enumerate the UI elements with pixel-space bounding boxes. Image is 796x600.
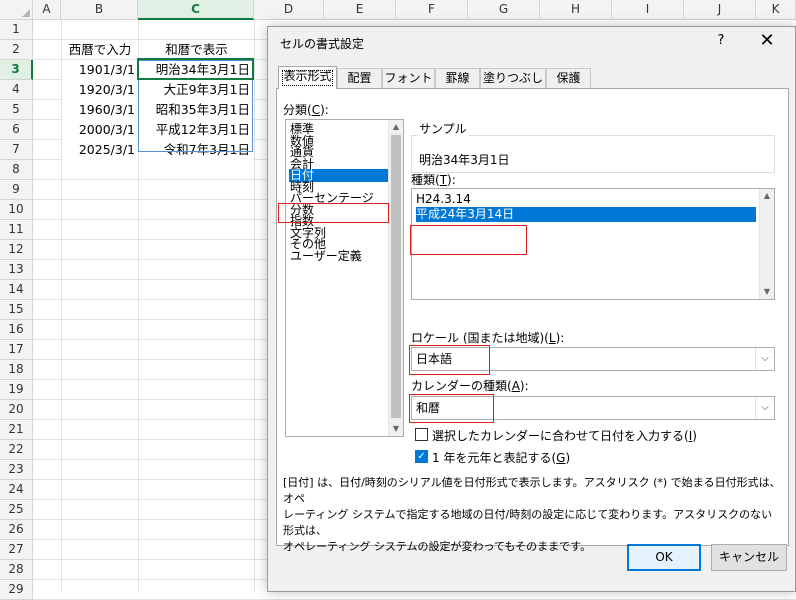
ok-button[interactable]: OK [627, 544, 701, 571]
cancel-button[interactable]: キャンセル [711, 544, 787, 571]
number-format-panel: 分類(C): 標準 数値 通貨 会計 日付 時刻 パーセンテージ 分数 指数 文字列 その他 ユーザー… [276, 88, 789, 553]
row-header-24[interactable]: 24 [0, 480, 33, 500]
col-header-h[interactable]: H [540, 0, 612, 20]
cell-b4[interactable]: 1920/3/1 [62, 80, 138, 100]
col-header-g[interactable]: G [468, 0, 540, 20]
category-item[interactable]: ユーザー定義 [289, 249, 390, 263]
row-header-7[interactable]: 7 [0, 140, 33, 160]
scroll-down-icon[interactable]: ▼ [389, 422, 403, 436]
cell-b2[interactable]: 西暦で入力 [62, 40, 138, 60]
dialog-titlebar[interactable]: セルの書式設定 ? ✕ [268, 27, 795, 57]
type-label: 種類(T): [411, 173, 456, 187]
row-header-22[interactable]: 22 [0, 440, 33, 460]
scroll-thumb[interactable] [391, 135, 401, 418]
format-description: [日付] は、日付/時刻のシリアル値を日付形式で表示します。アスタリスク (*)… [283, 476, 781, 553]
select-all-corner[interactable] [0, 0, 33, 20]
row-header-14[interactable]: 14 [0, 280, 33, 300]
sample-label: サンプル [417, 120, 469, 137]
tab-fill[interactable]: 塗りつぶし [480, 68, 546, 88]
type-item[interactable]: H24.3.14 [416, 192, 756, 207]
cell-b7[interactable]: 2025/3/1 [62, 140, 138, 160]
checkmark-icon: ✓ [417, 451, 426, 462]
row-header-2[interactable]: 2 [0, 40, 33, 60]
scroll-up-icon[interactable]: ▲ [389, 120, 403, 134]
calendar-label: カレンダーの種類(A): [411, 379, 529, 393]
gannen-label[interactable]: 1 年を元年と表記する(G) [432, 449, 570, 466]
row-header-18[interactable]: 18 [0, 360, 33, 380]
row-header-23[interactable]: 23 [0, 460, 33, 480]
tab-protection[interactable]: 保護 [546, 68, 591, 88]
col-header-b[interactable]: B [61, 0, 138, 20]
cell-b3[interactable]: 1901/3/1 [62, 60, 138, 80]
row-header-20[interactable]: 20 [0, 400, 33, 420]
format-cells-dialog: セルの書式設定 ? ✕ 表示形式 配置 フォント 罫線 塗りつぶし 保護 分類(… [267, 26, 796, 592]
calendar-combobox[interactable]: 和暦 ⌵ [411, 396, 775, 420]
category-list[interactable]: 標準 数値 通貨 会計 日付 時刻 パーセンテージ 分数 指数 文字列 その他 ユーザー定義 ▲ ▼ [285, 119, 404, 437]
active-cell-c3[interactable] [137, 58, 254, 80]
row-header-27[interactable]: 27 [0, 540, 33, 560]
col-header-i[interactable]: I [612, 0, 684, 20]
row-header-21[interactable]: 21 [0, 420, 33, 440]
input-by-calendar-label[interactable]: 選択したカレンダーに合わせて日付を入力する(I) [432, 427, 697, 444]
row-header-16[interactable]: 16 [0, 320, 33, 340]
dialog-title: セルの書式設定 [280, 37, 365, 51]
row-header-26[interactable]: 26 [0, 520, 33, 540]
input-by-calendar-checkbox[interactable] [415, 428, 428, 441]
row-header-5[interactable]: 5 [0, 100, 33, 120]
row-header-19[interactable]: 19 [0, 380, 33, 400]
row-header-8[interactable]: 8 [0, 160, 33, 180]
col-header-k[interactable]: K [756, 0, 796, 20]
chevron-down-icon[interactable]: ⌵ [755, 397, 774, 419]
locale-combobox[interactable]: 日本語 ⌵ [411, 347, 775, 371]
row-header-10[interactable]: 10 [0, 200, 33, 220]
col-header-j[interactable]: J [684, 0, 756, 20]
cell-c2[interactable]: 和暦で表示 [139, 40, 254, 60]
scroll-up-icon[interactable]: ▲ [760, 189, 774, 203]
col-header-c[interactable]: C [138, 0, 254, 20]
help-button[interactable]: ? [711, 33, 731, 48]
close-button[interactable]: ✕ [757, 30, 777, 51]
row-header-4[interactable]: 4 [0, 80, 33, 100]
type-list[interactable]: H24.3.14 平成24年3月14日 ▲ ▼ [411, 188, 775, 300]
col-header-e[interactable]: E [324, 0, 396, 20]
row-header-25[interactable]: 25 [0, 500, 33, 520]
row-header-17[interactable]: 17 [0, 340, 33, 360]
col-header-a[interactable]: A [33, 0, 61, 20]
cell-b5[interactable]: 1960/3/1 [62, 100, 138, 120]
col-header-d[interactable]: D [254, 0, 324, 20]
col-header-f[interactable]: F [396, 0, 468, 20]
row-header-6[interactable]: 6 [0, 120, 33, 140]
row-header-13[interactable]: 13 [0, 260, 33, 280]
row-header-1[interactable]: 1 [0, 20, 33, 40]
calendar-value: 和暦 [416, 401, 441, 415]
row-header-3[interactable]: 3 [0, 60, 33, 80]
sample-value: 明治34年3月1日 [419, 153, 510, 167]
row-header-11[interactable]: 11 [0, 220, 33, 240]
locale-value: 日本語 [416, 352, 453, 366]
category-scrollbar[interactable]: ▲ ▼ [388, 120, 403, 436]
tab-border[interactable]: 罫線 [435, 68, 480, 88]
row-header-28[interactable]: 28 [0, 560, 33, 580]
gannen-checkbox[interactable]: ✓ [415, 450, 428, 463]
row-header-29[interactable]: 29 [0, 580, 33, 600]
cell-b6[interactable]: 2000/3/1 [62, 120, 138, 140]
sample-groupbox: 明治34年3月1日 [411, 135, 775, 173]
type-item-selected[interactable]: 平成24年3月14日 [416, 207, 756, 222]
tab-alignment[interactable]: 配置 [337, 68, 382, 88]
scroll-down-icon[interactable]: ▼ [760, 285, 774, 299]
category-label: 分類(C): [283, 103, 329, 117]
chevron-down-icon[interactable]: ⌵ [755, 348, 774, 370]
tab-font[interactable]: フォント [382, 68, 435, 88]
locale-label: ロケール (国または地域)(L): [411, 331, 565, 345]
row-header-15[interactable]: 15 [0, 300, 33, 320]
type-scrollbar[interactable]: ▲ ▼ [759, 189, 774, 299]
row-header-9[interactable]: 9 [0, 180, 33, 200]
row-header-12[interactable]: 12 [0, 240, 33, 260]
tab-number-format[interactable]: 表示形式 [278, 66, 337, 89]
